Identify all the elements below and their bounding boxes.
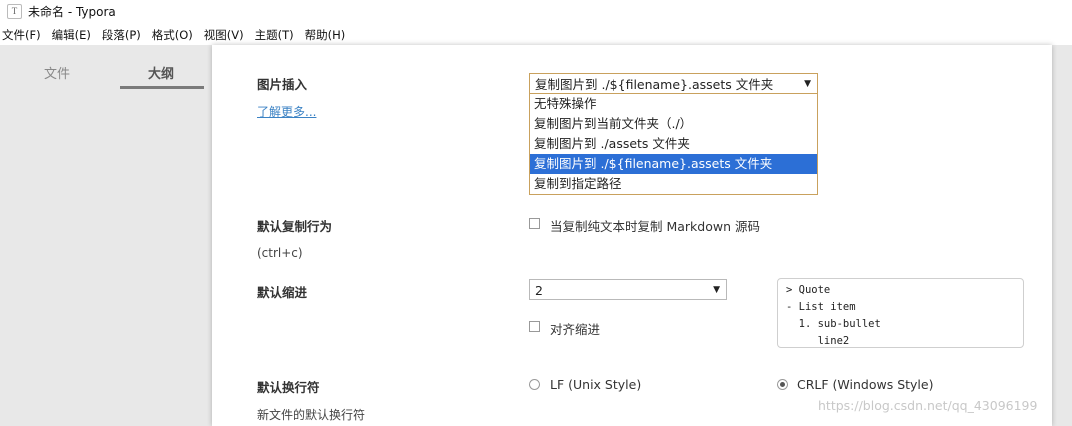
window-title: 未命名 - Typora bbox=[28, 4, 116, 19]
tab-outline[interactable]: 大纲 bbox=[148, 63, 174, 82]
preview-line: - List item bbox=[786, 301, 856, 313]
copy-markdown-label: 当复制纯文本时复制 Markdown 源码 bbox=[550, 219, 760, 234]
radio-lf[interactable] bbox=[529, 379, 540, 390]
title-bar: T 未命名 - Typora bbox=[0, 0, 1072, 22]
line-ending-description: 新文件的默认换行符 bbox=[257, 408, 366, 422]
image-insert-selected-value: 复制图片到 ./${filename}.assets 文件夹 bbox=[535, 77, 774, 92]
indent-label: 默认缩进 bbox=[257, 285, 308, 300]
sidebar: 文件 大纲 bbox=[0, 45, 212, 426]
typora-app-icon: T bbox=[7, 3, 22, 19]
copy-markdown-checkbox[interactable] bbox=[529, 218, 540, 229]
dropdown-option[interactable]: 复制到指定路径 bbox=[530, 174, 817, 194]
dropdown-option[interactable]: 复制图片到 ./assets 文件夹 bbox=[530, 134, 817, 154]
menu-bar: 文件(F) 编辑(E) 段落(P) 格式(O) 视图(V) 主题(T) 帮助(H… bbox=[0, 25, 1072, 45]
dropdown-arrow-icon: ▼ bbox=[713, 285, 720, 295]
menu-file[interactable]: 文件(F) bbox=[2, 27, 41, 43]
menu-paragraph[interactable]: 段落(P) bbox=[102, 27, 141, 43]
dropdown-option[interactable]: 复制图片到当前文件夹（./） bbox=[530, 114, 817, 134]
line-ending-label: 默认换行符 bbox=[257, 380, 320, 395]
right-gutter bbox=[1052, 45, 1072, 426]
indent-select[interactable]: 2 ▼ bbox=[529, 279, 727, 300]
align-indent-checkbox[interactable] bbox=[529, 321, 540, 332]
copy-behavior-label: 默认复制行为 bbox=[257, 219, 333, 234]
preview-line: 1. sub-bullet bbox=[786, 318, 881, 330]
radio-crlf[interactable] bbox=[777, 379, 788, 390]
copy-behavior-shortcut: (ctrl+c) bbox=[257, 246, 303, 260]
menu-format[interactable]: 格式(O) bbox=[152, 27, 193, 43]
learn-more-link[interactable]: 了解更多... bbox=[257, 103, 316, 120]
indent-selected-value: 2 bbox=[535, 283, 543, 298]
indent-preview: > Quote - List item 1. sub-bullet line2 bbox=[777, 278, 1024, 348]
preview-line: > Quote bbox=[786, 284, 831, 296]
menu-theme[interactable]: 主题(T) bbox=[255, 27, 294, 43]
align-indent-label: 对齐缩进 bbox=[550, 322, 601, 337]
image-insert-label: 图片插入 bbox=[257, 77, 308, 92]
menu-help[interactable]: 帮助(H) bbox=[305, 27, 346, 43]
radio-lf-label: LF (Unix Style) bbox=[550, 377, 642, 392]
active-tab-indicator bbox=[120, 86, 204, 89]
menu-edit[interactable]: 编辑(E) bbox=[52, 27, 91, 43]
menu-view[interactable]: 视图(V) bbox=[204, 27, 244, 43]
watermark: https://blog.csdn.net/qq_43096199 bbox=[818, 398, 1038, 413]
image-insert-dropdown: 无特殊操作 复制图片到当前文件夹（./） 复制图片到 ./assets 文件夹 … bbox=[529, 94, 818, 195]
dropdown-option-highlighted[interactable]: 复制图片到 ./${filename}.assets 文件夹 bbox=[530, 154, 817, 174]
dropdown-arrow-icon: ▼ bbox=[804, 79, 811, 89]
dropdown-option[interactable]: 无特殊操作 bbox=[530, 94, 817, 114]
radio-crlf-label: CRLF (Windows Style) bbox=[797, 377, 934, 392]
tab-files[interactable]: 文件 bbox=[44, 63, 70, 82]
image-insert-select[interactable]: 复制图片到 ./${filename}.assets 文件夹 ▼ bbox=[529, 73, 818, 94]
preview-line: line2 bbox=[786, 335, 850, 347]
